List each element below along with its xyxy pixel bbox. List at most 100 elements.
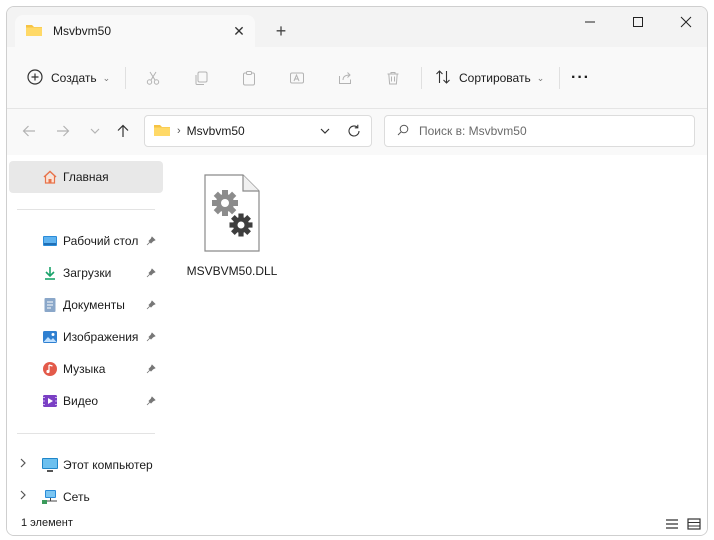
address-bar[interactable]: › Msvbvm50 (144, 115, 372, 147)
forward-button[interactable] (51, 119, 75, 143)
maximize-button[interactable] (615, 7, 661, 37)
cut-icon (146, 71, 160, 85)
sidebar-item-label: Видео (63, 394, 99, 408)
arrow-right-icon (57, 125, 70, 137)
file-explorer-window: Msvbvm50 ✕ + Создать ⌄ Сортировать ⌄ ···… (6, 6, 708, 536)
new-tab-button[interactable]: + (267, 19, 295, 43)
tiles-view-icon (687, 518, 701, 530)
folder-icon (25, 23, 43, 40)
close-icon (680, 16, 692, 28)
music-icon (41, 360, 59, 378)
file-name: MSVBVM50.DLL (186, 264, 278, 278)
address-row: › Msvbvm50 Поиск в: Msvbvm50 (7, 109, 707, 155)
recent-locations-button[interactable] (83, 119, 107, 143)
sidebar-item-downloads[interactable]: Загрузки (9, 257, 163, 289)
command-bar: Создать ⌄ Сортировать ⌄ ··· (7, 47, 707, 109)
share-button[interactable] (337, 63, 353, 93)
sort-button[interactable]: Сортировать ⌄ (435, 63, 544, 93)
sidebar-item-label: Документы (63, 298, 125, 312)
tab-msvbvm50[interactable]: Msvbvm50 ✕ (15, 15, 255, 47)
sidebar-item-documents[interactable]: Документы (9, 289, 163, 321)
tab-title: Msvbvm50 (53, 24, 112, 38)
cut-button[interactable] (145, 63, 161, 93)
status-bar: 1 элемент (7, 509, 707, 535)
details-view-button[interactable] (663, 515, 681, 533)
chevron-down-icon: ⌄ (536, 72, 545, 83)
sidebar-item-label: Изображения (63, 330, 139, 344)
divider (17, 209, 155, 210)
file-item[interactable]: MSVBVM50.DLL (187, 173, 277, 278)
search-icon (397, 124, 409, 139)
dll-file-icon (201, 173, 263, 256)
item-count: 1 элемент (21, 517, 73, 529)
arrow-up-icon (117, 124, 129, 137)
close-window-button[interactable] (663, 7, 707, 37)
divider (17, 433, 155, 434)
more-options-button[interactable]: ··· (571, 63, 590, 93)
sort-icon (435, 69, 451, 88)
sidebar-item-label: Этот компьютер (63, 458, 153, 472)
arrow-left-icon (22, 125, 35, 137)
pin-icon[interactable] (143, 268, 159, 278)
pin-icon[interactable] (143, 364, 159, 374)
share-icon (339, 72, 351, 84)
address-dropdown-icon[interactable] (313, 126, 337, 136)
delete-button[interactable] (385, 63, 401, 93)
chevron-right-icon[interactable] (19, 490, 27, 503)
chevron-right-icon[interactable] (19, 458, 27, 471)
sidebar-item-videos[interactable]: Видео (9, 385, 163, 417)
chevron-down-icon (90, 128, 100, 134)
search-box[interactable]: Поиск в: Msvbvm50 (384, 115, 695, 147)
create-label: Создать (51, 71, 97, 85)
minimize-button[interactable] (567, 7, 613, 37)
plus-circle-icon (27, 68, 43, 88)
create-button[interactable]: Создать ⌄ (27, 63, 110, 93)
computer-icon (41, 456, 59, 474)
refresh-icon[interactable] (337, 124, 371, 138)
sidebar-item-label: Музыка (63, 362, 106, 376)
navigation-pane: Главная Рабочий стол Загрузки Документы … (7, 155, 167, 509)
chevron-down-icon: ⌄ (102, 72, 111, 83)
sidebar-item-label: Сеть (63, 490, 90, 504)
delete-icon (387, 72, 399, 85)
copy-button[interactable] (193, 63, 209, 93)
maximize-icon (633, 17, 643, 27)
copy-icon (195, 71, 208, 85)
sidebar-item-label: Рабочий стол (63, 234, 139, 248)
sidebar-item-music[interactable]: Музыка (9, 353, 163, 385)
paste-icon (243, 71, 255, 86)
rename-icon (290, 72, 304, 84)
breadcrumb-separator: › (177, 125, 181, 137)
up-button[interactable] (111, 119, 135, 143)
sidebar-item-pictures[interactable]: Изображения (9, 321, 163, 353)
sidebar-item-home[interactable]: Главная (9, 161, 163, 193)
documents-icon (41, 296, 59, 314)
divider (421, 67, 422, 89)
minimize-icon (585, 21, 595, 23)
back-button[interactable] (17, 119, 41, 143)
sort-label: Сортировать (459, 71, 531, 85)
network-icon (41, 488, 59, 506)
pin-icon[interactable] (143, 300, 159, 310)
divider (125, 67, 126, 89)
search-placeholder: Поиск в: Msvbvm50 (419, 124, 527, 138)
title-bar: Msvbvm50 ✕ + (7, 7, 707, 47)
sidebar-item-desktop[interactable]: Рабочий стол (9, 225, 163, 257)
rename-button[interactable] (289, 63, 305, 93)
pin-icon[interactable] (143, 396, 159, 406)
sidebar-item-this-pc[interactable]: Этот компьютер (9, 449, 163, 481)
home-icon (41, 168, 59, 186)
close-tab-icon[interactable]: ✕ (227, 19, 251, 43)
pin-icon[interactable] (143, 236, 159, 246)
breadcrumb-msvbvm50[interactable]: Msvbvm50 (187, 124, 313, 138)
pin-icon[interactable] (143, 332, 159, 342)
videos-icon (41, 392, 59, 410)
tiles-view-button[interactable] (685, 515, 703, 533)
details-view-icon (666, 519, 678, 529)
paste-button[interactable] (241, 63, 257, 93)
folder-icon (153, 123, 171, 140)
sidebar-item-label: Главная (63, 170, 109, 184)
pictures-icon (41, 328, 59, 346)
sidebar-item-label: Загрузки (63, 266, 112, 280)
downloads-icon (41, 264, 59, 282)
